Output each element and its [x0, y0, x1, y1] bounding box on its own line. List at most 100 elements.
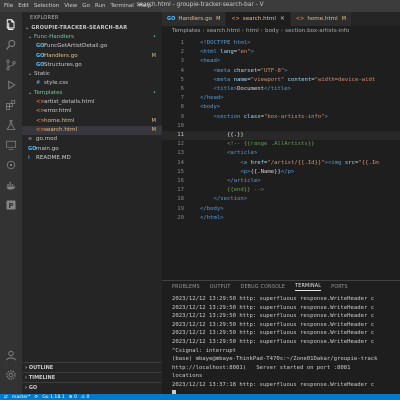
- html-file-icon: <>: [36, 117, 45, 124]
- account-icon[interactable]: [4, 348, 18, 362]
- menu-terminal[interactable]: Terminal: [110, 3, 133, 9]
- source-control-icon[interactable]: [4, 58, 18, 72]
- code-line[interactable]: 15 <p>{{.Name}}</p>: [162, 168, 400, 177]
- code-line[interactable]: 18 </section>: [162, 195, 400, 204]
- code-text: <!DOCTYPE html>: [200, 39, 251, 48]
- code-editor[interactable]: 1 <!DOCTYPE html> 2 <html lang="en"> 3 <head>…: [162, 36, 400, 280]
- code-line[interactable]: 20 </html>: [162, 214, 400, 223]
- git-graph-icon[interactable]: [4, 158, 18, 172]
- menu-go[interactable]: Go: [82, 3, 90, 9]
- editor-tab[interactable]: <> home.html M: [290, 12, 353, 26]
- chevron-down-icon: ⌄: [25, 25, 30, 31]
- file-item[interactable]: <> error.html: [22, 107, 162, 116]
- go-section[interactable]: › GO: [22, 382, 162, 392]
- code-text: <!-- {{range .AllArtists}}: [200, 140, 315, 149]
- panel-tab[interactable]: PORTS: [331, 285, 348, 290]
- settings-gear-icon[interactable]: [4, 368, 18, 382]
- code-line[interactable]: 8 <body>: [162, 103, 400, 112]
- code-line[interactable]: 14 <a href="/artist/{{.Id}}"><img src="{…: [162, 159, 400, 168]
- code-line[interactable]: 2 <html lang="en">: [162, 48, 400, 57]
- code-line[interactable]: 17 {{end}} -->: [162, 186, 400, 195]
- editor-tab[interactable]: GO Handlers.go M: [162, 12, 227, 26]
- folder-item[interactable]: ⌄ Templates •: [22, 89, 162, 98]
- file-item[interactable]: <> search.html M: [22, 125, 162, 136]
- file-item[interactable]: i README.MD: [22, 154, 162, 163]
- breadcrumb-item[interactable]: Templates: [172, 28, 200, 34]
- explorer-icon[interactable]: [4, 18, 18, 32]
- html-file-icon: <>: [295, 16, 305, 22]
- breadcrumb-item[interactable]: body: [265, 28, 279, 34]
- code-line[interactable]: 9 <section class="box-artists-info">: [162, 113, 400, 122]
- breadcrumb-item[interactable]: search.html: [207, 28, 240, 34]
- svg-text:P: P: [9, 202, 14, 210]
- file-item[interactable]: <> home.html M: [22, 117, 162, 126]
- menu-file[interactable]: File: [4, 3, 13, 9]
- menu-help[interactable]: Help: [139, 3, 152, 9]
- file-item[interactable]: # style.css: [22, 79, 162, 88]
- line-number: 11: [177, 132, 184, 138]
- timeline-section[interactable]: › TIMELINE: [22, 372, 162, 382]
- file-item[interactable]: <> artist_details.html: [22, 98, 162, 107]
- code-line[interactable]: 1 <!DOCTYPE html>: [162, 39, 400, 48]
- remote-indicator-icon[interactable]: ⇄: [4, 395, 8, 400]
- branch-indicator[interactable]: master*: [12, 395, 31, 400]
- extensions-icon[interactable]: [4, 98, 18, 112]
- code-token: <img: [328, 159, 345, 166]
- line-number: 18: [177, 196, 184, 203]
- menu-run[interactable]: Run: [95, 3, 106, 9]
- run-debug-icon[interactable]: [4, 78, 18, 92]
- file-item[interactable]: GO Handlers.go M: [22, 52, 162, 61]
- code-line[interactable]: 13 <article>: [162, 149, 400, 158]
- code-token: </title>: [264, 86, 291, 92]
- breadcrumb-item[interactable]: html: [246, 28, 259, 34]
- file-item[interactable]: GO FuncGetArtistDetail.go: [22, 42, 162, 51]
- sync-icon[interactable]: ⟳: [34, 395, 38, 400]
- tree-item-label: FuncGetArtistDetail.go: [44, 43, 108, 50]
- outline-section[interactable]: › OUTLINE: [22, 362, 162, 372]
- code-line[interactable]: 11 {{.}}: [162, 131, 400, 141]
- explorer-header: EXPLORER: [30, 15, 59, 21]
- code-line[interactable]: 4 <meta charset="UTF-8">: [162, 67, 400, 76]
- close-icon[interactable]: ×: [280, 12, 285, 26]
- folder-item[interactable]: ⌄ Static: [22, 70, 162, 79]
- errors-count[interactable]: ⊗ 0: [69, 395, 77, 400]
- editor-tab[interactable]: <> search.html ×: [226, 12, 291, 26]
- html-file-icon: <>: [36, 99, 45, 106]
- postman-icon[interactable]: P: [4, 198, 18, 212]
- code-text: </html>: [200, 214, 224, 223]
- code-line[interactable]: 10: [162, 122, 400, 131]
- code-line[interactable]: 19 </body>: [162, 205, 400, 214]
- code-line[interactable]: 3 <head>: [162, 57, 400, 66]
- remote-explorer-icon[interactable]: [4, 138, 18, 152]
- menu-selection[interactable]: Selection: [34, 3, 59, 9]
- warnings-count[interactable]: ⚠ 0: [81, 395, 90, 400]
- terminal-output[interactable]: 2023/12/12 13:29:50 http: superfluous re…: [172, 295, 400, 398]
- folder-item[interactable]: ⌄ Func-Handlers •: [22, 33, 162, 42]
- code-token: "{{.Im: [358, 159, 379, 166]
- project-root[interactable]: ⌄ GROUPIE-TRACKER-SEARCH-BAR: [22, 24, 162, 33]
- breadcrumb-item[interactable]: section.box-artists-info: [285, 28, 349, 34]
- docker-icon[interactable]: [4, 178, 18, 192]
- code-token: </head>: [200, 95, 224, 102]
- panel-tab[interactable]: TERMINAL: [295, 284, 322, 291]
- go-version[interactable]: Go 1.18.1: [42, 395, 64, 400]
- file-item[interactable]: ≡ go.mod: [22, 135, 162, 144]
- panel-tab[interactable]: DEBUG CONSOLE: [241, 285, 286, 290]
- code-line[interactable]: 7 </head>: [162, 94, 400, 103]
- code-line[interactable]: 5 <meta name="viewport" content="width=d…: [162, 76, 400, 85]
- file-item[interactable]: GO main.go: [22, 145, 162, 154]
- menu-view[interactable]: View: [64, 3, 77, 9]
- code-text: <html lang="en">: [200, 48, 254, 57]
- menu-edit[interactable]: Edit: [18, 3, 29, 9]
- testing-icon[interactable]: [4, 118, 18, 132]
- code-line[interactable]: 12 <!-- {{range .AllArtists}}: [162, 140, 400, 149]
- file-item[interactable]: GO Structures.go: [22, 61, 162, 70]
- code-text: <meta name="viewport" content="width=dev…: [200, 76, 375, 85]
- panel-tab[interactable]: OUTPUT: [210, 285, 231, 290]
- code-line[interactable]: 6 <title>Document</title>: [162, 85, 400, 94]
- code-line[interactable]: 16 </article>: [162, 177, 400, 186]
- panel-tab[interactable]: PROBLEMS: [172, 285, 200, 290]
- search-icon[interactable]: [4, 38, 18, 52]
- line-number: 12: [177, 141, 184, 148]
